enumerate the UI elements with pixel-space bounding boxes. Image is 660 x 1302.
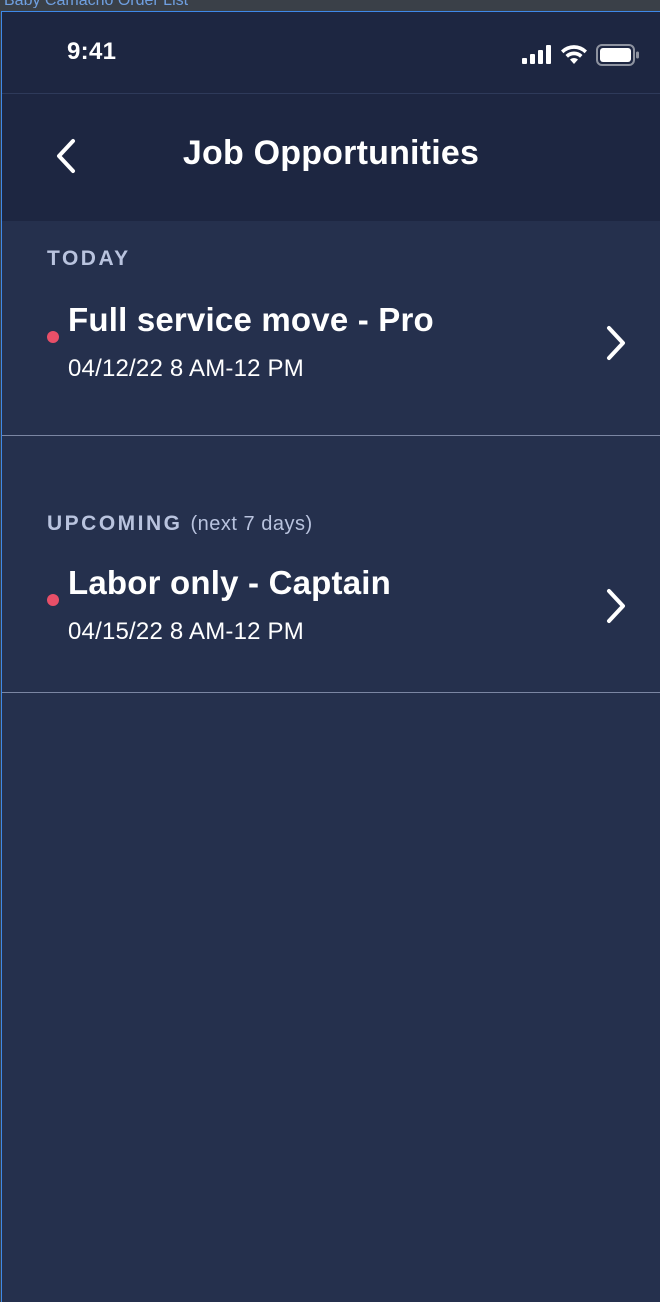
section-header-label: UPCOMING — [47, 512, 183, 535]
section-upcoming: UPCOMING (next 7 days) Labor only - Capta… — [2, 436, 660, 693]
page-title: Job Opportunities — [182, 134, 480, 172]
nav-bar: Job Opportunities — [2, 94, 660, 221]
status-time: 9:41 — [67, 38, 117, 65]
section-subheader: (next 7 days) — [190, 513, 313, 535]
section-header: UPCOMING (next 7 days) — [47, 512, 313, 536]
battery-icon — [596, 44, 640, 71]
section-header: TODAY — [47, 247, 131, 271]
artboard-label: Baby Camacho Order List — [4, 0, 188, 8]
phone-screen: 9:41 Job Opportunities TODAY Full servic… — [1, 11, 660, 1302]
job-list-item[interactable]: Labor only - Captain 04/15/22 8 AM-12 PM — [2, 564, 660, 664]
job-list-item[interactable]: Full service move - Pro 04/12/22 8 AM-12… — [2, 301, 660, 401]
status-bar: 9:41 — [2, 12, 660, 94]
job-datetime: 04/12/22 8 AM-12 PM — [68, 355, 304, 382]
wifi-icon — [560, 45, 588, 70]
status-icons — [522, 44, 640, 71]
job-datetime: 04/15/22 8 AM-12 PM — [68, 618, 304, 645]
job-title: Labor only - Captain — [68, 564, 392, 601]
new-indicator-dot — [47, 331, 59, 343]
cellular-signal-icon — [522, 45, 552, 70]
chevron-right-icon — [602, 323, 630, 363]
chevron-right-icon — [602, 586, 630, 626]
job-title: Full service move - Pro — [68, 301, 434, 338]
section-today: TODAY Full service move - Pro 04/12/22 8… — [2, 221, 660, 436]
new-indicator-dot — [47, 594, 59, 606]
section-header-label: TODAY — [47, 247, 131, 270]
